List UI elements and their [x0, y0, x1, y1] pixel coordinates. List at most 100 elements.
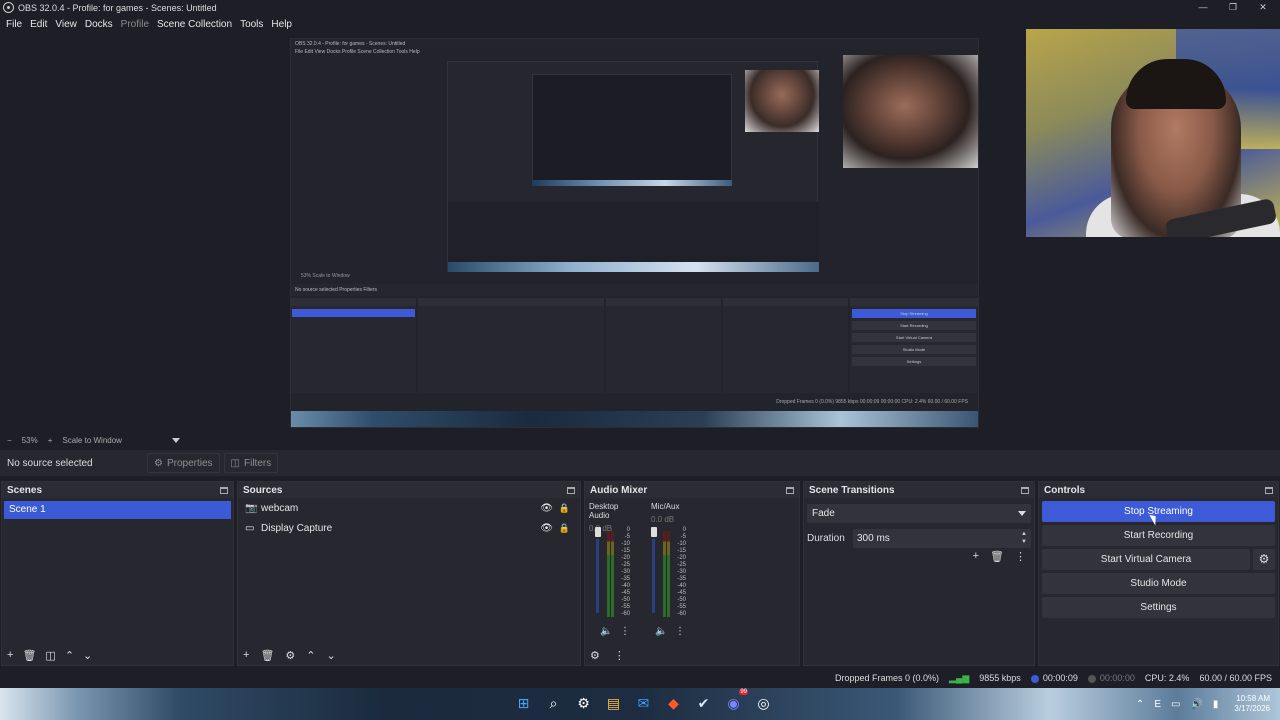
scale-dropdown-icon[interactable]: [171, 437, 180, 443]
nested-webcam-thumb: [745, 70, 819, 132]
scenes-title: Scenes: [7, 484, 43, 496]
minimize-button[interactable]: —: [1188, 0, 1218, 15]
move-up-icon[interactable]: ⌃: [65, 649, 74, 662]
webcam-preview[interactable]: [1026, 29, 1280, 237]
audio-mixer-dock: Audio Mixer Desktop Audio 0.0 dB 0-5-10-…: [584, 481, 800, 666]
advanced-audio-icon[interactable]: ⚙: [590, 649, 600, 662]
system-clock[interactable]: 10:58 AM 3/17/2026: [1234, 694, 1270, 714]
menu-tools[interactable]: Tools: [236, 19, 267, 30]
undock-icon[interactable]: [567, 486, 575, 494]
windows-start-icon[interactable]: ⊞: [512, 692, 535, 715]
scene-item[interactable]: Scene 1: [4, 501, 231, 519]
undock-icon[interactable]: [1021, 486, 1029, 494]
visibility-eye-icon[interactable]: 👁: [540, 523, 553, 534]
menu-view[interactable]: View: [51, 19, 81, 30]
nested-menu: File Edit View Docks Profile Scene Colle…: [295, 49, 420, 55]
sources-toolbar: + 🗑 ⚙ ⌃ ⌄: [238, 647, 336, 663]
chevron-down-icon: [1018, 511, 1026, 516]
clock-date: 3/17/2026: [1234, 704, 1270, 713]
move-down-icon[interactable]: ⌄: [327, 649, 336, 662]
source-item-webcam[interactable]: 📷 webcam 👁 🔒: [238, 498, 580, 518]
stop-streaming-button[interactable]: Stop Streaming: [1042, 501, 1275, 522]
outlook-icon[interactable]: ✉: [632, 692, 655, 715]
mixer-menu-icon[interactable]: ⋮: [614, 649, 625, 662]
deeper-preview: [532, 74, 732, 184]
keyboard-icon[interactable]: E: [1154, 699, 1161, 710]
lock-icon[interactable]: 🔒: [559, 523, 570, 534]
level-meter-left: [607, 531, 610, 617]
source-properties-icon[interactable]: ⚙: [285, 649, 295, 662]
mute-speaker-icon[interactable]: 🔈: [600, 626, 612, 637]
menu-docks[interactable]: Docks: [81, 19, 117, 30]
maximize-button[interactable]: ❐: [1218, 0, 1248, 15]
source-item-display-capture[interactable]: ▭ Display Capture 👁 🔒: [238, 518, 580, 538]
title-bar: OBS 32.0.4 - Profile: for games - Scenes…: [0, 0, 1280, 15]
gear-icon[interactable]: ⚙: [1253, 549, 1275, 570]
menu-file[interactable]: File: [2, 19, 26, 30]
nested-studio-mode: Studio Mode: [852, 345, 976, 354]
file-explorer-icon[interactable]: ▤: [602, 692, 625, 715]
remove-transition-icon[interactable]: 🗑: [990, 550, 1004, 563]
level-meter-left: [663, 531, 666, 617]
transition-select[interactable]: Fade: [807, 504, 1031, 523]
spinner-arrows-icon[interactable]: ▲ ▼: [1021, 530, 1027, 546]
monitor-icon: ▭: [245, 522, 255, 534]
nested-taskbar: [291, 411, 978, 427]
menu-scene-collection[interactable]: Scene Collection: [153, 19, 236, 30]
dropped-frames: Dropped Frames 0 (0.0%): [834, 673, 940, 683]
brave-browser-icon[interactable]: ◆: [662, 692, 685, 715]
menu-profile[interactable]: Profile: [117, 19, 153, 30]
volume-slider-handle[interactable]: [595, 527, 601, 537]
steam-icon[interactable]: ✔: [692, 692, 715, 715]
mixer-channel-mic: Mic/Aux 0.0 dB: [651, 502, 701, 524]
add-source-icon[interactable]: +: [243, 649, 249, 661]
duration-input[interactable]: 300 ms ▲ ▼: [853, 529, 1031, 548]
remove-scene-icon[interactable]: 🗑: [22, 649, 36, 662]
volume-icon[interactable]: 🔊: [1190, 699, 1202, 710]
nested-title: OBS 32.0.4 - Profile: for games - Scenes…: [291, 39, 978, 49]
move-up-icon[interactable]: ⌃: [306, 649, 315, 662]
battery-icon[interactable]: ▮: [1213, 699, 1219, 710]
add-transition-icon[interactable]: +: [973, 550, 979, 563]
lock-icon[interactable]: 🔒: [559, 503, 570, 514]
volume-slider-handle[interactable]: [651, 527, 657, 537]
undock-icon[interactable]: [786, 486, 794, 494]
move-down-icon[interactable]: ⌄: [83, 649, 92, 662]
obs-taskbar-icon[interactable]: ◎: [752, 692, 775, 715]
zoom-out-button[interactable]: −: [7, 436, 12, 445]
discord-icon[interactable]: ◉ 99: [722, 689, 748, 715]
visibility-eye-icon[interactable]: 👁: [540, 503, 553, 514]
scene-filters-icon[interactable]: ◫: [45, 649, 55, 662]
close-button[interactable]: ✕: [1248, 0, 1278, 15]
studio-mode-button[interactable]: Studio Mode: [1042, 573, 1275, 594]
search-icon[interactable]: ⌕: [542, 692, 565, 715]
undock-icon[interactable]: [1265, 486, 1273, 494]
settings-button[interactable]: Settings: [1042, 597, 1275, 618]
start-virtual-camera-button[interactable]: Start Virtual Camera: [1042, 549, 1250, 570]
start-recording-button[interactable]: Start Recording: [1042, 525, 1275, 546]
fps: 60.00 / 60.00 FPS: [1199, 673, 1272, 683]
channel-menu-icon[interactable]: ⋮: [620, 626, 630, 637]
volume-meter-desktop[interactable]: 0 -5 -10 -15 -20 -25 -30 -35 -40 -45 -50 -55 -60: [595, 527, 635, 619]
channel-menu-icon[interactable]: ⋮: [675, 626, 685, 637]
nested-wallpaper: [448, 262, 819, 272]
properties-button[interactable]: ⚙ Properties: [147, 453, 220, 473]
nested-status: Dropped Frames 0 (0.0%) 9855 kbps 00:00:…: [776, 399, 968, 405]
chevron-up-icon[interactable]: ⌃: [1136, 699, 1144, 710]
zoom-in-button[interactable]: +: [48, 436, 53, 445]
filters-button[interactable]: ◫ Filters: [223, 453, 279, 473]
volume-meter-mic[interactable]: 0 -5 -10 -15 -20 -25 -30 -35 -40 -45 -50 -55 -60: [651, 527, 691, 619]
transition-menu-icon[interactable]: ⋮: [1015, 550, 1026, 563]
menu-help[interactable]: Help: [267, 19, 296, 30]
display-capture-preview[interactable]: OBS 32.0.4 - Profile: for games - Scenes…: [290, 38, 979, 428]
undock-icon[interactable]: [220, 486, 228, 494]
zoom-bar: − 53% + Scale to Window: [0, 433, 180, 447]
mute-speaker-icon[interactable]: 🔈: [655, 626, 667, 637]
status-bar: Dropped Frames 0 (0.0%) ▂▄▆ 9855 kbps 00…: [0, 669, 1280, 687]
remove-source-icon[interactable]: 🗑: [260, 649, 274, 662]
display-icon[interactable]: ▭: [1171, 699, 1180, 710]
controls-title: Controls: [1044, 484, 1086, 496]
add-scene-icon[interactable]: +: [7, 649, 13, 661]
menu-edit[interactable]: Edit: [26, 19, 51, 30]
settings-gear-icon[interactable]: ⚙: [572, 692, 595, 715]
